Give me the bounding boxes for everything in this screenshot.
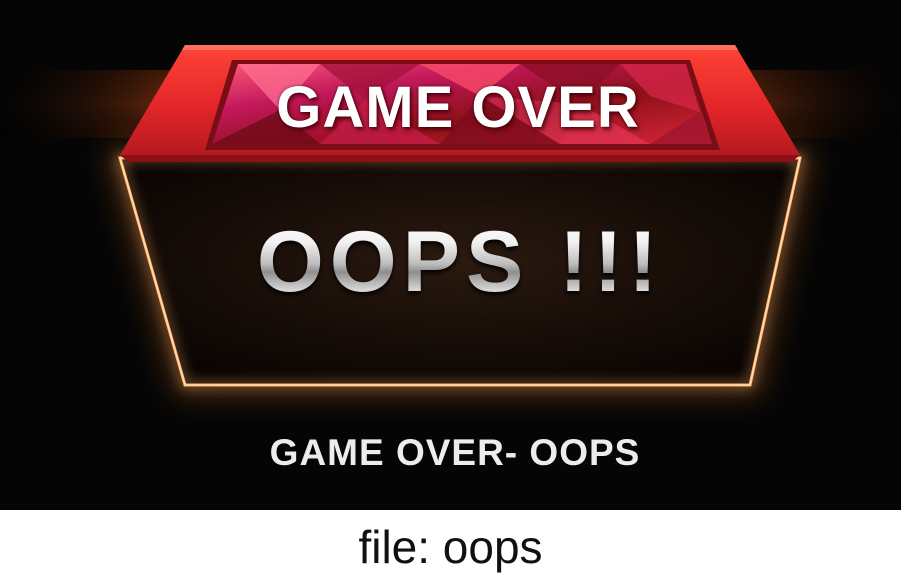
game-over-title: GAME OVER (276, 74, 640, 140)
file-label: file: oops (358, 521, 543, 573)
game-over-scene: GAME OVER OOPS !!! GAME OVER- OOPS (0, 0, 901, 510)
game-over-caption: GAME OVER- OOPS (269, 432, 641, 473)
oops-message: OOPS !!! (150, 212, 770, 312)
